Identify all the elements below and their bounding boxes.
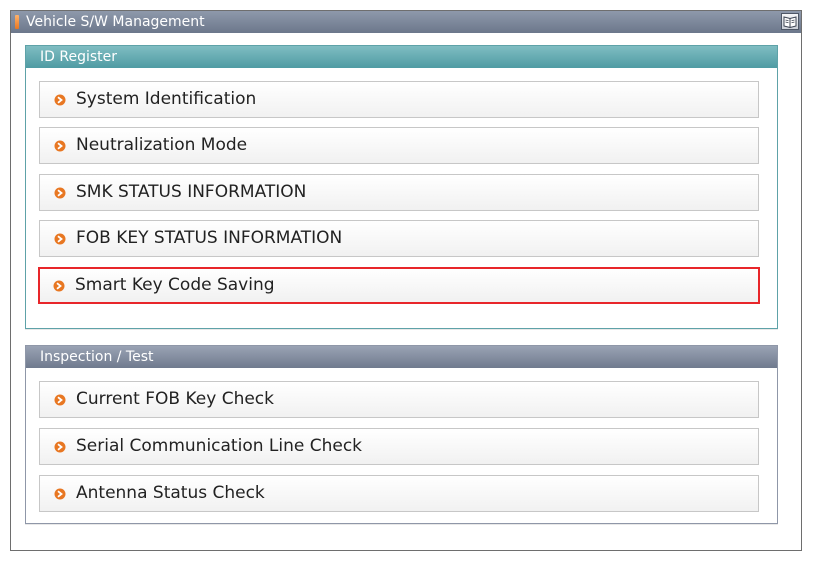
menu-item-label: Current FOB Key Check	[76, 389, 274, 409]
title-marker-icon	[15, 15, 19, 29]
menu-item-current-fob-key-check[interactable]: Current FOB Key Check	[39, 381, 759, 418]
orange-arrow-bullet-icon	[53, 280, 65, 292]
menu-item-fob-key-status-information[interactable]: FOB KEY STATUS INFORMATION	[39, 220, 759, 257]
orange-arrow-bullet-icon	[54, 94, 66, 106]
orange-arrow-bullet-icon	[54, 394, 66, 406]
vehicle-sw-management-window: Vehicle S/W Management ID Register Syste…	[10, 10, 802, 551]
menu-item-smk-status-information[interactable]: SMK STATUS INFORMATION	[39, 174, 759, 211]
menu-item-label: Neutralization Mode	[76, 135, 248, 155]
window-titlebar: Vehicle S/W Management	[11, 11, 801, 33]
orange-arrow-bullet-icon	[54, 488, 66, 500]
window-title: Vehicle S/W Management	[26, 14, 205, 30]
menu-item-label: Smart Key Code Saving	[75, 275, 275, 295]
menu-item-neutralization-mode[interactable]: Neutralization Mode	[39, 127, 759, 164]
menu-item-label: SMK STATUS INFORMATION	[76, 182, 307, 202]
id-register-group: ID Register System Identification Neutra…	[25, 45, 778, 329]
help-book-icon[interactable]	[781, 13, 799, 30]
menu-item-label: Antenna Status Check	[76, 483, 265, 503]
menu-item-label: FOB KEY STATUS INFORMATION	[76, 228, 343, 248]
menu-item-label: Serial Communication Line Check	[76, 436, 363, 456]
menu-item-antenna-status-check[interactable]: Antenna Status Check	[39, 475, 759, 512]
orange-arrow-bullet-icon	[54, 187, 66, 199]
inspection-test-group: Inspection / Test Current FOB Key Check …	[25, 345, 778, 524]
menu-item-label: System Identification	[76, 89, 257, 109]
id-register-header: ID Register	[26, 46, 777, 68]
menu-item-serial-communication-line-check[interactable]: Serial Communication Line Check	[39, 428, 759, 465]
menu-item-system-identification[interactable]: System Identification	[39, 81, 759, 118]
orange-arrow-bullet-icon	[54, 233, 66, 245]
orange-arrow-bullet-icon	[54, 441, 66, 453]
inspection-test-header: Inspection / Test	[26, 346, 777, 368]
orange-arrow-bullet-icon	[54, 140, 66, 152]
menu-item-smart-key-code-saving[interactable]: Smart Key Code Saving	[38, 267, 760, 304]
